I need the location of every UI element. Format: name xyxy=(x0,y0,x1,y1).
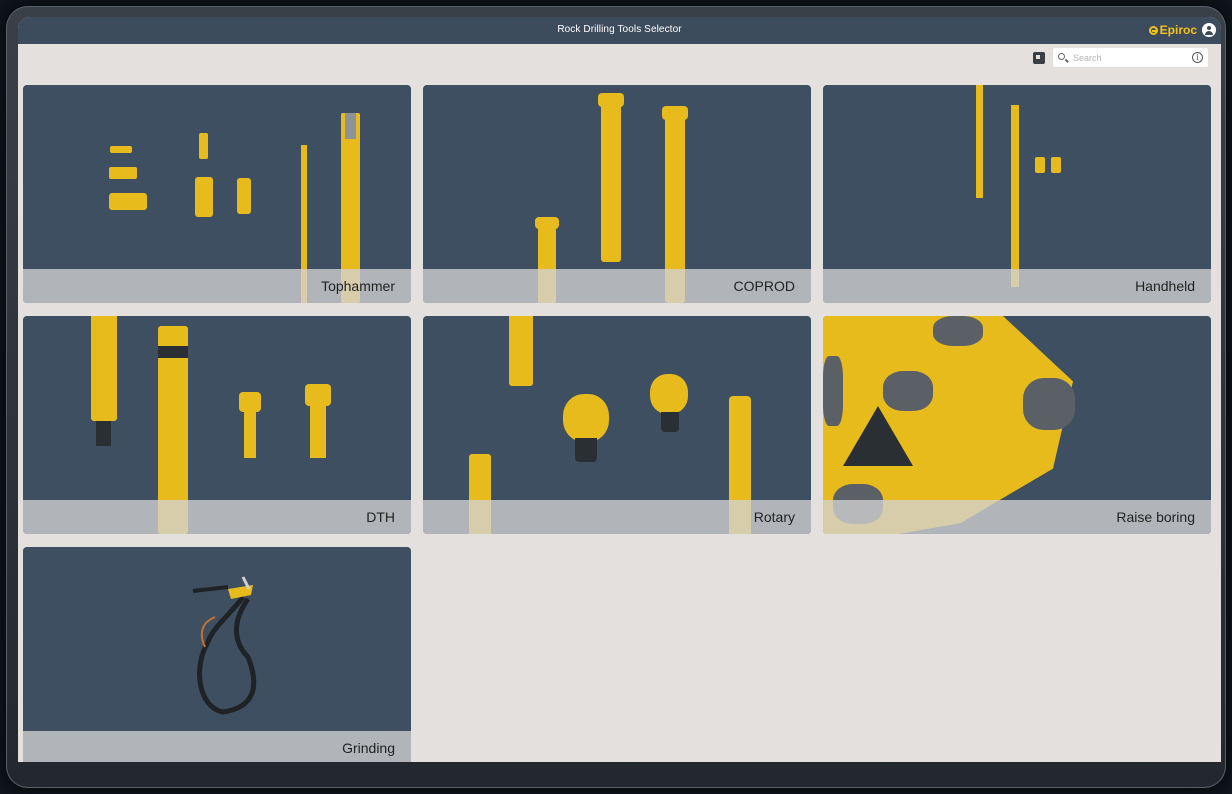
card-title: Rotary xyxy=(753,509,795,525)
category-card-dth[interactable]: DTH xyxy=(23,316,411,534)
search-icon xyxy=(1058,53,1065,60)
epiroc-logo-icon xyxy=(1148,25,1158,35)
card-label-bar: Rotary xyxy=(423,500,811,534)
search-input[interactable] xyxy=(1071,50,1185,66)
card-label-bar: Tophammer xyxy=(23,269,411,303)
card-label-bar: Raise boring xyxy=(823,500,1211,534)
category-card-handheld[interactable]: Handheld xyxy=(823,85,1211,303)
card-title: Handheld xyxy=(1135,278,1195,294)
card-title: COPROD xyxy=(733,278,795,294)
card-title: Raise boring xyxy=(1116,509,1195,525)
card-label-bar: Grinding xyxy=(23,731,411,762)
card-label-bar: Handheld xyxy=(823,269,1211,303)
top-bar: Rock Drilling Tools Selector Epiroc xyxy=(18,17,1221,44)
category-card-rotary[interactable]: Rotary xyxy=(423,316,811,534)
card-title: Tophammer xyxy=(321,278,395,294)
card-title: Grinding xyxy=(342,740,395,756)
app-title: Rock Drilling Tools Selector xyxy=(557,24,682,35)
info-icon[interactable]: i xyxy=(1192,52,1203,63)
app-screen: Rock Drilling Tools Selector Epiroc i To… xyxy=(18,17,1221,762)
search-box[interactable]: i xyxy=(1053,48,1208,67)
layout-toggle-icon[interactable] xyxy=(1033,52,1045,64)
brand-name: Epiroc xyxy=(1159,23,1197,37)
category-card-coprod[interactable]: COPROD xyxy=(423,85,811,303)
card-title: DTH xyxy=(366,509,395,525)
category-card-tophammer[interactable]: Tophammer xyxy=(23,85,411,303)
account-icon[interactable] xyxy=(1202,23,1216,37)
card-label-bar: DTH xyxy=(23,500,411,534)
brand-logo: Epiroc xyxy=(1148,23,1197,37)
category-card-grinding[interactable]: Grinding xyxy=(23,547,411,762)
category-card-raise-boring[interactable]: Raise boring xyxy=(823,316,1211,534)
card-label-bar: COPROD xyxy=(423,269,811,303)
